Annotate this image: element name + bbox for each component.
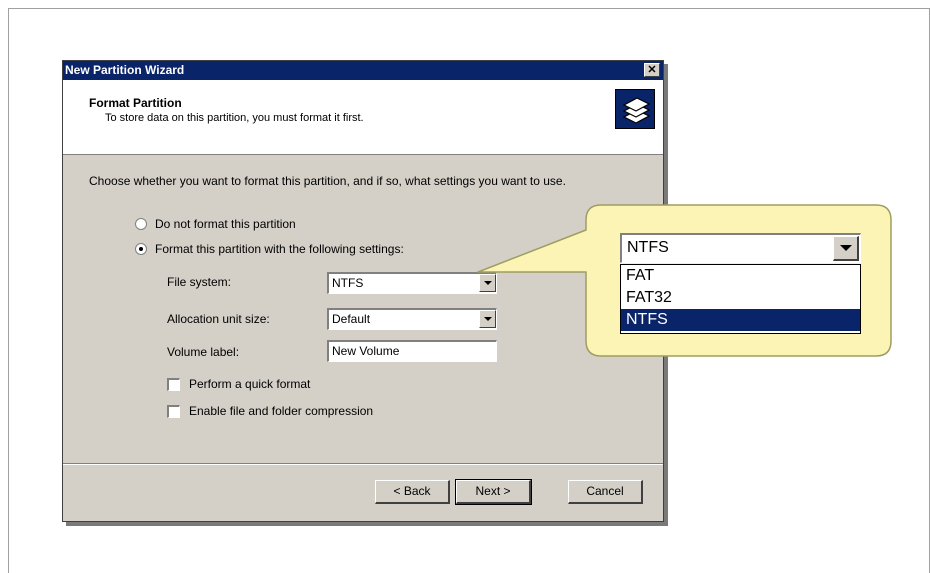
callout-file-system-list: FAT FAT32 NTFS xyxy=(620,264,861,334)
list-option-ntfs[interactable]: NTFS xyxy=(621,309,860,331)
window-title: New Partition Wizard xyxy=(65,63,185,77)
partition-disk-icon xyxy=(615,89,655,129)
allocation-unit-combo[interactable]: Default xyxy=(327,308,497,330)
next-button[interactable]: Next > xyxy=(455,479,532,505)
footer-separator xyxy=(63,463,663,465)
radio-label: Do not format this partition xyxy=(155,217,296,231)
chevron-down-icon[interactable] xyxy=(833,236,859,261)
callout-combo-value: NTFS xyxy=(627,239,669,256)
chevron-down-icon[interactable] xyxy=(479,310,496,328)
wizard-header: Format Partition To store data on this p… xyxy=(63,80,663,155)
radio-do-not-format[interactable]: Do not format this partition xyxy=(135,217,296,231)
radio-button[interactable] xyxy=(135,218,147,230)
volume-label-input[interactable]: New Volume xyxy=(327,340,497,362)
page-title: Format Partition xyxy=(89,96,182,110)
close-icon[interactable]: ✕ xyxy=(644,63,660,77)
list-option-fat32[interactable]: FAT32 xyxy=(621,287,860,309)
compression-label: Enable file and folder compression xyxy=(189,404,374,418)
page-subtitle: To store data on this partition, you mus… xyxy=(105,112,364,124)
radio-format[interactable]: Format this partition with the following… xyxy=(135,242,404,256)
file-system-value: NTFS xyxy=(332,276,364,290)
title-bar: New Partition Wizard ✕ xyxy=(63,61,663,80)
allocation-unit-value: Default xyxy=(332,312,371,326)
quick-format-checkbox-row[interactable]: Perform a quick format xyxy=(167,377,310,391)
cancel-button[interactable]: Cancel xyxy=(568,480,643,504)
file-system-label: File system: xyxy=(167,275,232,289)
callout-file-system-combo[interactable]: NTFS xyxy=(620,233,861,263)
compression-checkbox-row[interactable]: Enable file and folder compression xyxy=(167,404,373,418)
allocation-unit-label: Allocation unit size: xyxy=(167,312,270,326)
quick-format-label: Perform a quick format xyxy=(189,377,311,391)
back-button[interactable]: < Back xyxy=(375,480,450,504)
quick-format-checkbox[interactable] xyxy=(167,377,180,391)
volume-label-label: Volume label: xyxy=(167,345,240,359)
new-partition-wizard-dialog: New Partition Wizard ✕ Format Partition … xyxy=(62,60,664,522)
file-system-combo[interactable]: NTFS xyxy=(327,272,497,294)
radio-label: Format this partition with the following… xyxy=(155,242,404,256)
radio-button-checked[interactable] xyxy=(135,243,147,255)
list-option-fat[interactable]: FAT xyxy=(621,265,860,287)
compression-checkbox[interactable] xyxy=(167,404,180,418)
instruction-text: Choose whether you want to format this p… xyxy=(89,174,566,188)
chevron-down-icon[interactable] xyxy=(479,274,496,292)
